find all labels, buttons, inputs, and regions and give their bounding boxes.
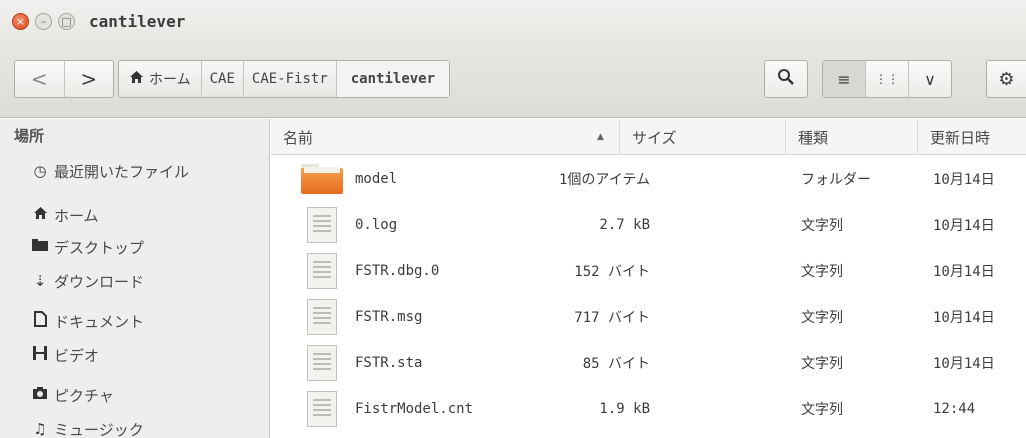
sidebar-item-music[interactable]: ♫ ミュージック (30, 415, 144, 438)
camera-icon (30, 386, 50, 404)
chevron-down-icon: ∨ (924, 69, 936, 89)
home-icon (30, 206, 50, 224)
file-type: 文字列 (801, 402, 843, 418)
close-window-button[interactable]: × (12, 12, 29, 30)
table-row[interactable]: FSTR.sta 85 バイト 文字列 10月14日 (271, 340, 1026, 386)
breadcrumb-cantilever[interactable]: cantilever (336, 61, 450, 97)
file-name: FSTR.sta (355, 355, 423, 371)
sidebar-item-downloads[interactable]: ⇣ ダウンロード (30, 267, 144, 295)
list-view-icon: ≡ (837, 69, 851, 89)
column-header-row: 名前 ▲ サイズ 種類 更新日時 (271, 119, 1026, 155)
minimize-window-button[interactable]: – (35, 12, 52, 30)
grid-view-button[interactable]: ⋮⋮ (865, 61, 908, 97)
maximize-window-button[interactable]: □ (58, 12, 75, 30)
sidebar-item-label: ビデオ (54, 346, 100, 365)
text-file-icon (307, 345, 337, 381)
view-mode-group: ≡ ⋮⋮ ∨ (822, 60, 952, 98)
title-bar: × – □ cantilever (0, 0, 1026, 42)
text-file-icon (307, 299, 337, 335)
column-header-modified[interactable]: 更新日時 (917, 119, 1026, 155)
file-modified: 10月14日 (933, 218, 995, 234)
breadcrumb-cae[interactable]: CAE (202, 61, 244, 97)
file-modified: 12:44 (933, 401, 976, 417)
file-size: 85 バイト (582, 356, 650, 372)
file-name: FSTR.dbg.0 (355, 263, 440, 279)
forward-button[interactable]: > (63, 61, 114, 97)
table-row[interactable]: FSTR.msg 717 バイト 文字列 10月14日 (271, 294, 1026, 340)
sidebar: 場所 ◷ 最近開いたファイル ホーム デスクトップ ⇣ ダウンロード ドキュメン… (0, 119, 270, 438)
file-size: 1.9 kB (599, 401, 650, 417)
breadcrumb: ホーム CAE CAE-Fistr cantilever (118, 60, 451, 98)
toolbar: < > ホーム CAE CAE-Fistr cantilever ≡ ⋮⋮ ∨ … (0, 42, 1026, 118)
download-icon: ⇣ (33, 272, 47, 290)
clock-icon: ◷ (33, 162, 47, 180)
table-row[interactable]: FistrModel.cnt 1.9 kB 文字列 12:44 (271, 386, 1026, 432)
sidebar-item-recent[interactable]: ◷ 最近開いたファイル (30, 157, 189, 185)
gear-icon: ⚙ (998, 68, 1015, 90)
file-size: 152 バイト (574, 264, 650, 280)
search-icon (777, 68, 795, 91)
file-size: 2.7 kB (599, 217, 650, 233)
search-button[interactable] (764, 60, 808, 98)
video-icon (30, 345, 50, 365)
file-name: 0.log (355, 217, 398, 233)
view-options-button[interactable]: ∨ (908, 61, 951, 97)
breadcrumb-label: ホーム (149, 72, 191, 88)
file-name: model (355, 171, 398, 187)
file-modified: 10月14日 (933, 172, 995, 188)
file-type: フォルダー (801, 172, 871, 188)
sidebar-item-label: ピクチャ (54, 386, 114, 405)
sidebar-item-documents[interactable]: ドキュメント (30, 307, 144, 335)
grid-view-icon: ⋮⋮ (875, 72, 899, 86)
sidebar-item-label: デスクトップ (54, 238, 145, 257)
navigation-buttons: < > (14, 60, 114, 98)
file-type: 文字列 (801, 310, 843, 326)
file-modified: 10月14日 (933, 356, 995, 372)
sidebar-heading: 場所 (14, 127, 45, 145)
settings-button[interactable]: ⚙ (986, 60, 1026, 98)
text-file-icon (307, 253, 337, 289)
file-name: FSTR.msg (355, 309, 423, 325)
sidebar-item-label: ホーム (54, 206, 99, 225)
file-name: FistrModel.cnt (355, 401, 474, 417)
text-file-icon (307, 391, 337, 427)
sidebar-item-desktop[interactable]: デスクトップ (30, 233, 144, 261)
file-size: 1個のアイテム (558, 172, 650, 188)
home-icon (129, 70, 144, 88)
sidebar-item-videos[interactable]: ビデオ (30, 341, 99, 369)
file-modified: 10月14日 (933, 310, 995, 326)
folder-icon (301, 164, 343, 194)
file-type: 文字列 (801, 264, 843, 280)
table-row[interactable]: 0.log 2.7 kB 文字列 10月14日 (271, 202, 1026, 248)
sidebar-item-label: ミュージック (54, 420, 144, 438)
text-file-icon (307, 207, 337, 243)
file-type: 文字列 (801, 356, 843, 372)
sidebar-item-label: ドキュメント (54, 312, 145, 331)
sidebar-item-home[interactable]: ホーム (30, 201, 99, 229)
column-header-size[interactable]: サイズ (619, 119, 785, 155)
file-list: model 1個のアイテム フォルダー 10月14日 0.log 2.7 kB … (271, 156, 1026, 438)
table-row[interactable]: model 1個のアイテム フォルダー 10月14日 (271, 156, 1026, 202)
column-header-type[interactable]: 種類 (785, 119, 917, 155)
window-title: cantilever (89, 11, 186, 31)
music-icon: ♫ (33, 420, 47, 438)
list-view-button[interactable]: ≡ (823, 61, 865, 97)
table-row[interactable]: FSTR.dbg.0 152 バイト 文字列 10月14日 (271, 248, 1026, 294)
back-button[interactable]: < (15, 61, 64, 97)
document-icon (30, 311, 50, 331)
sidebar-item-label: 最近開いたファイル (54, 162, 190, 181)
breadcrumb-cae-fistr[interactable]: CAE-Fistr (244, 61, 337, 97)
sidebar-item-label: ダウンロード (54, 272, 145, 291)
sidebar-item-pictures[interactable]: ピクチャ (30, 381, 114, 409)
sort-ascending-icon: ▲ (597, 132, 604, 142)
breadcrumb-home[interactable]: ホーム (119, 61, 202, 97)
file-modified: 10月14日 (933, 264, 995, 280)
file-type: 文字列 (801, 218, 843, 234)
file-size: 717 バイト (574, 310, 650, 326)
column-header-name[interactable]: 名前 (271, 119, 619, 155)
desktop-icon (30, 238, 50, 256)
